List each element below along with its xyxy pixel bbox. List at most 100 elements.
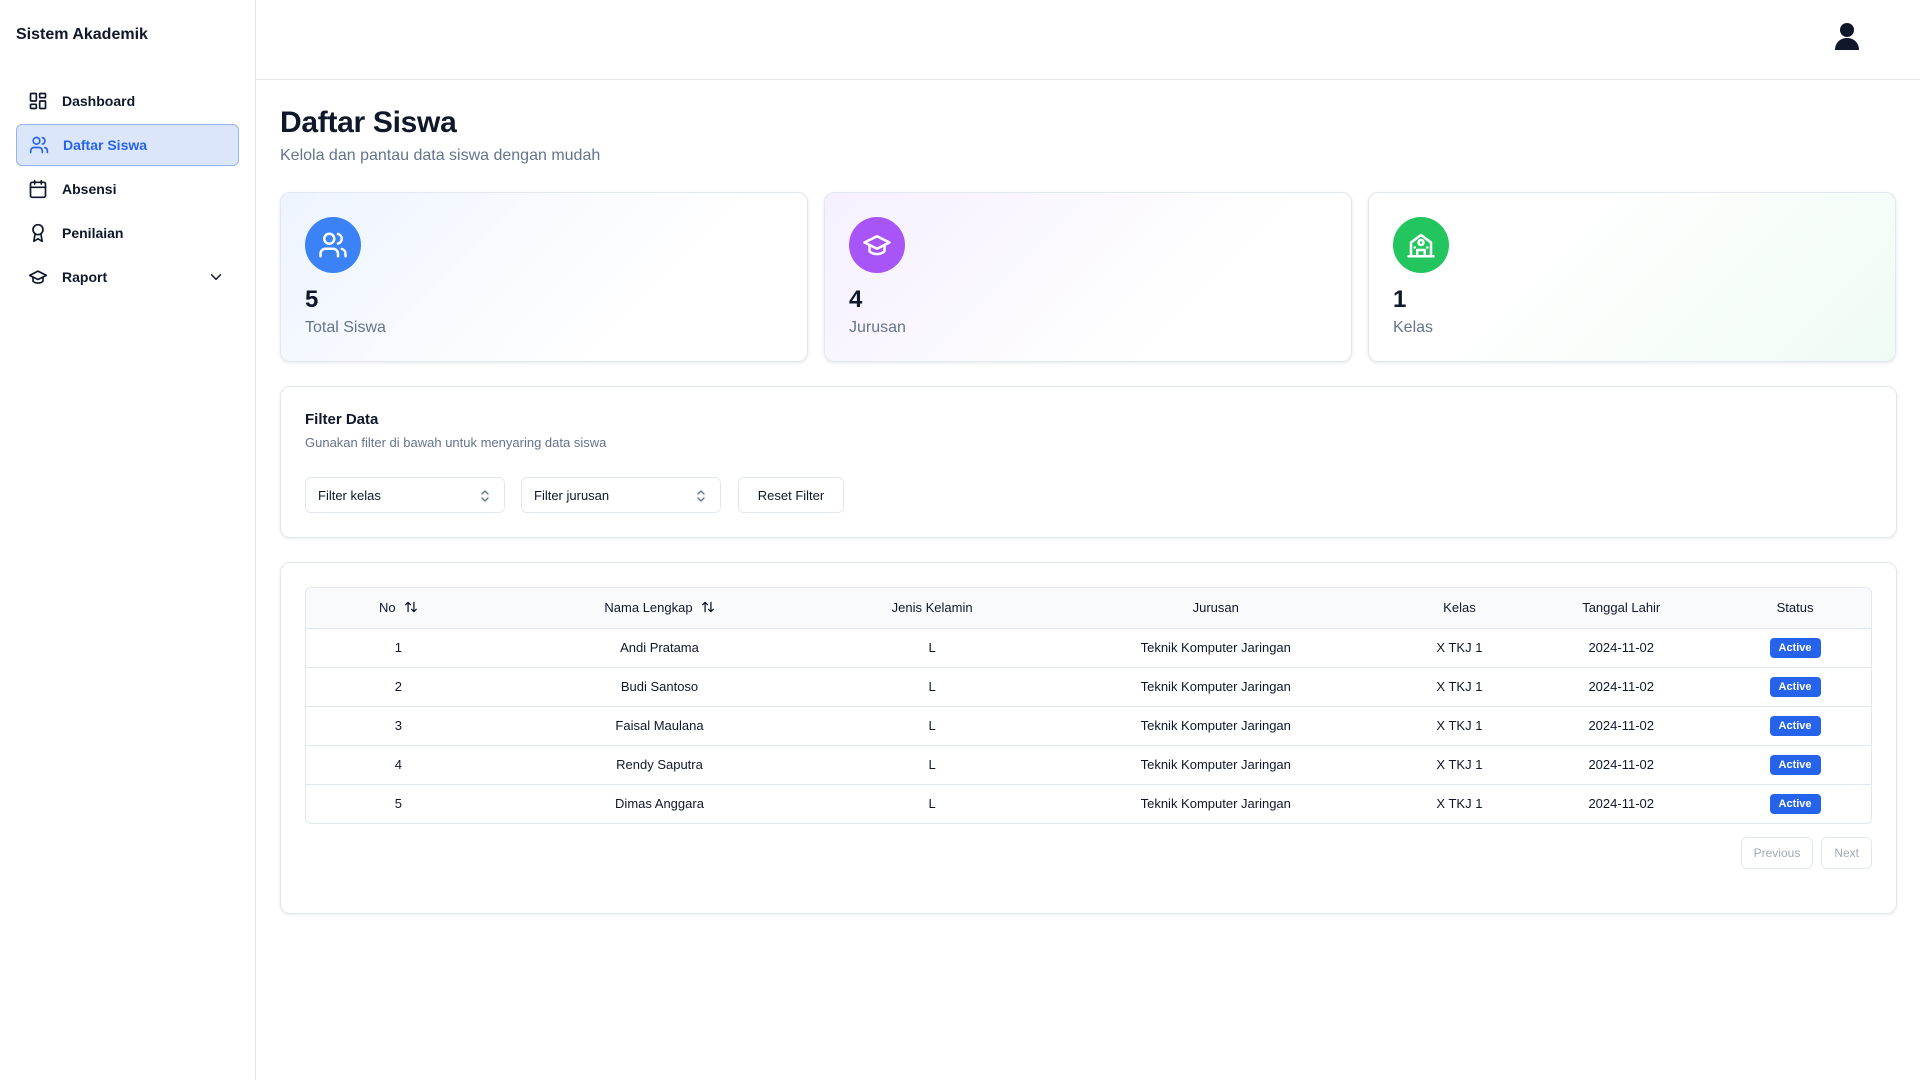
cell-status: Active: [1719, 784, 1871, 823]
cell-tanggal-lahir: 2024-11-02: [1588, 796, 1654, 812]
top-bar: [256, 0, 1920, 80]
cell-tanggal-lahir: 2024-11-02: [1588, 679, 1654, 694]
sidebar-item-dashboard[interactable]: Dashboard: [16, 80, 239, 122]
dashboard-grid-icon: [28, 91, 48, 111]
table-row[interactable]: 1 Andi Pratama L Teknik Komputer Jaringa…: [306, 628, 1871, 667]
sidebar: Sistem Akademik Dashboard Daftar Siswa A…: [0, 0, 256, 1080]
filter-title: Filter Data: [305, 411, 379, 428]
status-badge: Active: [1769, 793, 1821, 814]
status-badge: Active: [1769, 676, 1821, 697]
stat-value: 5: [305, 286, 319, 313]
cell-kelas: X TKJ 1: [1436, 679, 1483, 694]
cell-nama: Faisal Maulana: [615, 718, 704, 733]
table-card: No Nama Lengkap Jenis Kelamin Jurusan Ke…: [280, 562, 1897, 914]
cell-no: 2: [394, 679, 402, 694]
sidebar-nav: Dashboard Daftar Siswa Absensi Penilaian…: [16, 80, 239, 300]
column-header-no[interactable]: No: [306, 588, 491, 628]
status-badge: Active: [1769, 637, 1821, 658]
sort-icon[interactable]: [701, 600, 715, 614]
cell-kelas: X TKJ 1: [1436, 718, 1483, 733]
school-icon: [1393, 217, 1449, 273]
cell-status: Active: [1719, 745, 1871, 784]
column-header-label: Nama Lengkap: [604, 600, 693, 616]
cell-no: 3: [394, 718, 402, 733]
cell-jenis-kelamin: L: [928, 640, 936, 655]
table-row[interactable]: 3 Faisal Maulana L Teknik Komputer Jarin…: [306, 706, 1871, 745]
stat-label: Kelas: [1393, 319, 1434, 336]
calendar-icon: [28, 179, 48, 199]
cell-jenis-kelamin: L: [928, 679, 936, 694]
cell-kelas: X TKJ 1: [1436, 757, 1483, 772]
status-badge: Active: [1769, 715, 1821, 736]
graduation-cap-icon: [28, 267, 48, 287]
cell-no: 4: [394, 757, 402, 772]
sidebar-item-raport[interactable]: Raport: [16, 256, 239, 298]
stat-value: 1: [1393, 286, 1407, 313]
cell-nama: Rendy Saputra: [616, 757, 703, 772]
sidebar-item-penilaian[interactable]: Penilaian: [16, 212, 239, 254]
previous-page-button[interactable]: Previous: [1740, 837, 1814, 869]
cell-nama: Budi Santoso: [620, 679, 699, 694]
stat-label: Total Siswa: [305, 319, 386, 336]
filter-kelas-placeholder: Filter kelas: [318, 487, 381, 503]
next-page-button[interactable]: Next: [1821, 837, 1872, 869]
table-row[interactable]: 2 Budi Santoso L Teknik Komputer Jaringa…: [306, 667, 1871, 706]
cell-kelas: X TKJ 1: [1436, 796, 1483, 812]
pagination: Previous Next: [1740, 837, 1872, 869]
sort-icon[interactable]: [404, 600, 418, 614]
cell-kelas: X TKJ 1: [1436, 640, 1483, 655]
cell-jurusan: Teknik Komputer Jaringan: [1140, 679, 1291, 694]
users-icon: [305, 217, 361, 273]
cell-nama: Andi Pratama: [620, 640, 699, 655]
page-title: Daftar Siswa: [280, 106, 457, 139]
cell-status: Active: [1719, 667, 1871, 706]
cell-jurusan: Teknik Komputer Jaringan: [1140, 718, 1291, 733]
cell-jenis-kelamin: L: [928, 796, 936, 812]
sidebar-item-daftar-siswa[interactable]: Daftar Siswa: [16, 124, 239, 166]
graduation-cap-icon: [849, 217, 905, 273]
cell-status: Active: [1719, 706, 1871, 745]
sidebar-item-label: Dashboard: [62, 93, 136, 109]
app-title: Sistem Akademik: [16, 26, 148, 43]
sidebar-item-label: Absensi: [62, 181, 117, 197]
cell-status: Active: [1719, 628, 1871, 667]
page-subtitle: Kelola dan pantau data siswa dengan muda…: [280, 147, 601, 164]
reset-filter-button[interactable]: Reset Filter: [738, 477, 844, 513]
stat-card-jurusan: 4 Jurusan: [824, 192, 1352, 362]
filter-jurusan-select[interactable]: Filter jurusan: [521, 477, 721, 513]
cell-jenis-kelamin: L: [928, 718, 936, 733]
chevron-down-icon[interactable]: [207, 268, 225, 286]
column-header-jurusan: Jurusan: [1192, 600, 1239, 616]
cell-no: 1: [394, 640, 402, 655]
cell-tanggal-lahir: 2024-11-02: [1588, 718, 1654, 733]
chevron-up-down-icon: [480, 489, 490, 503]
column-header-jenis-kelamin: Jenis Kelamin: [891, 600, 973, 616]
table-row[interactable]: 4 Rendy Saputra L Teknik Komputer Jaring…: [306, 745, 1871, 784]
cell-jurusan: Teknik Komputer Jaringan: [1140, 757, 1291, 772]
stat-value: 4: [849, 286, 863, 313]
users-icon: [29, 135, 49, 155]
sidebar-item-absensi[interactable]: Absensi: [16, 168, 239, 210]
sidebar-item-label: Penilaian: [62, 225, 124, 241]
column-header-kelas: Kelas: [1443, 600, 1476, 616]
stat-card-total-siswa: 5 Total Siswa: [280, 192, 808, 362]
student-table: No Nama Lengkap Jenis Kelamin Jurusan Ke…: [305, 587, 1872, 824]
table-row[interactable]: 5 Dimas Anggara L Teknik Komputer Jaring…: [306, 784, 1871, 823]
award-icon: [28, 223, 48, 243]
sidebar-item-label: Raport: [62, 269, 108, 285]
cell-tanggal-lahir: 2024-11-02: [1588, 640, 1654, 655]
filter-kelas-select[interactable]: Filter kelas: [305, 477, 505, 513]
cell-no: 5: [394, 796, 402, 812]
cell-jenis-kelamin: L: [928, 757, 936, 772]
column-header-nama[interactable]: Nama Lengkap: [491, 588, 829, 628]
cell-tanggal-lahir: 2024-11-02: [1588, 757, 1654, 772]
column-header-label: No: [379, 600, 396, 616]
filter-jurusan-placeholder: Filter jurusan: [534, 487, 610, 503]
chevron-up-down-icon: [696, 489, 706, 503]
sidebar-item-label: Daftar Siswa: [63, 137, 148, 153]
user-icon[interactable]: [1834, 22, 1860, 50]
status-badge: Active: [1769, 754, 1821, 775]
column-header-status: Status: [1776, 600, 1814, 616]
cell-nama: Dimas Anggara: [615, 796, 704, 812]
column-header-tanggal-lahir: Tanggal Lahir: [1582, 600, 1661, 616]
